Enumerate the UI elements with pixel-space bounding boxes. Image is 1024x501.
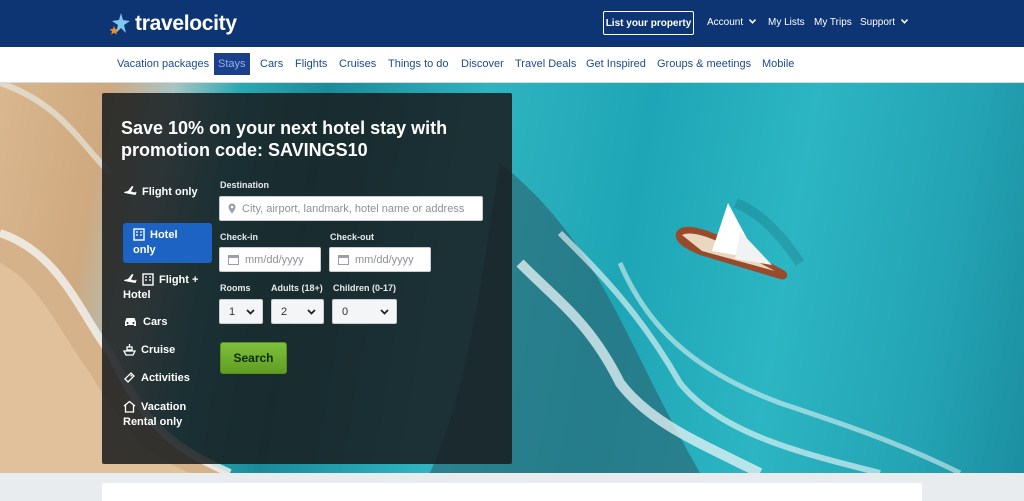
sailboat-icon <box>675 198 805 280</box>
chevron-down-icon <box>307 308 316 315</box>
destination-input[interactable] <box>242 202 482 215</box>
search-button[interactable]: Search <box>220 342 287 374</box>
chevron-down-icon <box>246 308 255 315</box>
type-label: Cruise <box>141 344 176 356</box>
type-label: Activities <box>141 372 190 384</box>
children-label: Children (0-17) <box>333 283 397 293</box>
logo[interactable]: travelocity <box>110 11 237 37</box>
nav-discover[interactable]: Discover <box>457 53 508 75</box>
nav-things-to-do[interactable]: Things to do <box>384 53 453 75</box>
adults-value: 2 <box>281 305 288 318</box>
type-activities[interactable]: Activities <box>123 371 211 386</box>
nav-groups-meetings[interactable]: Groups & meetings <box>653 53 755 75</box>
account-label: Account <box>707 17 744 28</box>
nav-get-inspired[interactable]: Get Inspired <box>582 53 650 75</box>
promo-title: Save 10% on your next hotel stay with pr… <box>121 118 448 160</box>
type-hotel-only[interactable]: Hotel only <box>123 223 212 263</box>
calendar-icon <box>228 255 239 265</box>
logo-stars-icon <box>110 13 130 35</box>
rooms-select[interactable]: 1 <box>219 299 263 324</box>
type-cars[interactable]: Cars <box>123 315 211 330</box>
adults-select[interactable]: 2 <box>271 299 324 324</box>
map-pin-icon <box>228 203 236 214</box>
calendar-icon <box>338 255 349 265</box>
ticket-icon <box>124 372 135 383</box>
type-flight-only[interactable]: Flight only <box>123 184 211 200</box>
nav-flights[interactable]: Flights <box>291 53 331 75</box>
rooms-label: Rooms <box>220 283 251 293</box>
my-lists-link[interactable]: My Lists <box>768 17 805 28</box>
car-icon <box>125 318 136 326</box>
chevron-down-icon <box>380 308 389 315</box>
checkout-label: Check-out <box>330 232 375 242</box>
support-menu[interactable]: Support <box>860 17 909 28</box>
checkin-label: Check-in <box>220 232 259 242</box>
cruise-ship-icon <box>123 344 136 356</box>
rooms-value: 1 <box>229 305 236 318</box>
children-select[interactable]: 0 <box>332 299 397 324</box>
type-flight-hotel[interactable]: Flight + Hotel <box>123 272 211 303</box>
hotel-icon <box>133 228 145 241</box>
content-card <box>102 483 922 501</box>
nav-mobile[interactable]: Mobile <box>758 53 798 75</box>
destination-label: Destination <box>220 180 270 190</box>
nav-vacation-packages[interactable]: Vacation packages <box>113 53 213 75</box>
type-cruise[interactable]: Cruise <box>123 343 211 358</box>
search-panel: Save 10% on your next hotel stay with pr… <box>102 93 512 464</box>
type-vacation-rental[interactable]: Vacation Rental only <box>123 400 211 430</box>
chevron-down-icon <box>901 19 909 24</box>
airplane-icon <box>124 274 137 283</box>
airplane-icon <box>124 186 137 195</box>
checkin-input[interactable] <box>245 253 320 266</box>
support-label: Support <box>860 17 896 28</box>
nav-cruises[interactable]: Cruises <box>335 53 380 75</box>
account-menu[interactable]: Account <box>707 17 757 28</box>
destination-field[interactable] <box>219 196 483 221</box>
hotel-icon <box>142 273 154 286</box>
type-label: Flight only <box>142 186 198 198</box>
checkin-field[interactable] <box>219 247 321 272</box>
my-trips-link[interactable]: My Trips <box>814 17 852 28</box>
checkout-input[interactable] <box>355 253 430 266</box>
chevron-down-icon <box>749 19 757 24</box>
main-nav: Vacation packages Stays Cars Flights Cru… <box>0 47 1024 83</box>
top-header: travelocity List your property Account M… <box>0 0 1024 47</box>
nav-stays[interactable]: Stays <box>214 53 250 75</box>
adults-label: Adults (18+) <box>271 283 323 293</box>
children-value: 0 <box>342 305 349 318</box>
type-label: Cars <box>143 316 168 328</box>
nav-travel-deals[interactable]: Travel Deals <box>511 53 580 75</box>
list-your-property-button[interactable]: List your property <box>603 11 694 35</box>
logo-text: travelocity <box>135 12 237 35</box>
checkout-field[interactable] <box>329 247 431 272</box>
nav-cars[interactable]: Cars <box>256 53 287 75</box>
house-icon <box>123 400 136 413</box>
